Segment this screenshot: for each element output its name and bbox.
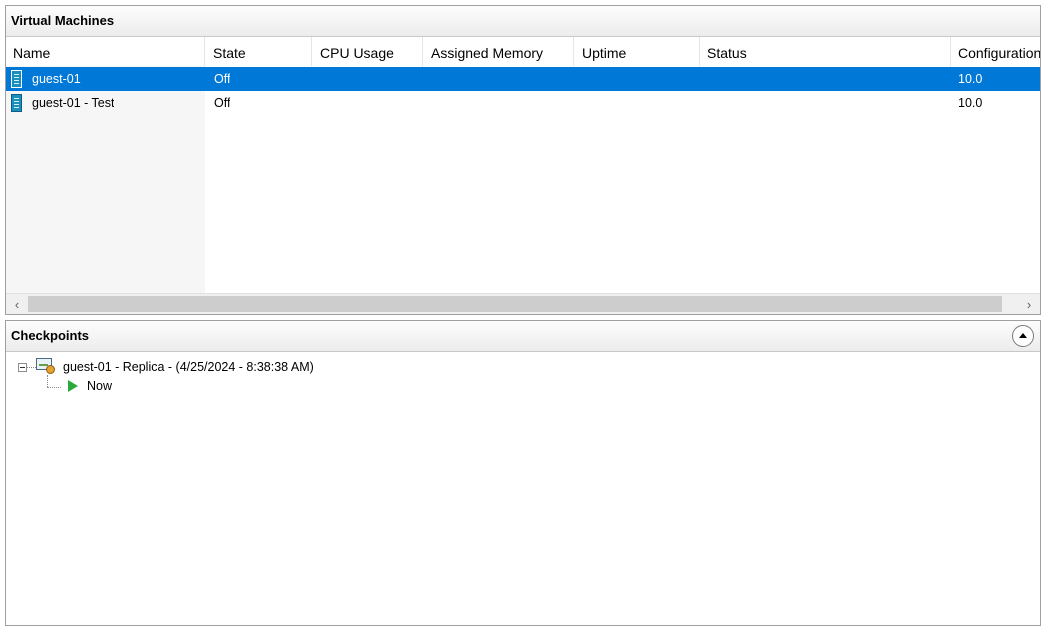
tree-connector-line <box>47 387 61 388</box>
vm-name: guest-01 - Test <box>32 96 115 110</box>
collapse-panel-button[interactable] <box>1012 325 1034 347</box>
vm-state: Off <box>214 96 231 110</box>
vm-name: guest-01 <box>32 72 81 86</box>
table-row[interactable]: guest-01 - Test Off 10.0 <box>6 91 1040 115</box>
vm-list: guest-01 Off 10.0 guest-01 - Test Off 10… <box>6 67 1040 115</box>
horizontal-scrollbar[interactable]: ‹ › <box>6 293 1040 314</box>
column-header-assigned-memory[interactable]: Assigned Memory <box>424 37 574 66</box>
panel-title-checkpoints: Checkpoints <box>6 321 1040 352</box>
column-header-uptime[interactable]: Uptime <box>575 37 700 66</box>
table-row[interactable]: guest-01 Off 10.0 <box>6 67 1040 91</box>
vm-state: Off <box>214 72 231 86</box>
column-header-state[interactable]: State <box>206 37 312 66</box>
tree-collapse-icon[interactable] <box>18 363 27 372</box>
checkpoint-tree: guest-01 - Replica - (4/25/2024 - 8:38:3… <box>6 352 1040 625</box>
panel-title-checkpoints-label: Checkpoints <box>11 328 90 343</box>
column-header-configuration[interactable]: Configuration <box>951 37 1040 66</box>
play-icon <box>68 380 78 392</box>
tree-connector-line <box>27 367 36 368</box>
virtual-machine-icon <box>11 70 22 88</box>
tree-connector-line <box>47 375 48 387</box>
checkpoints-panel: Checkpoints guest-01 - Replica - (4/25/2… <box>5 320 1041 626</box>
vm-configuration: 10.0 <box>958 96 983 110</box>
panel-title-virtual-machines: Virtual Machines <box>6 6 1040 37</box>
column-header-row: ^ Name State CPU Usage Assigned Memory U… <box>6 37 1040 66</box>
column-header-cpu-usage[interactable]: CPU Usage <box>313 37 423 66</box>
virtual-machines-panel: Virtual Machines ^ Name State CPU Usage … <box>5 5 1041 315</box>
scroll-right-button[interactable]: › <box>1018 294 1040 314</box>
scrollbar-thumb[interactable] <box>28 296 1002 312</box>
checkpoint-icon <box>36 358 58 376</box>
column-header-name[interactable]: ^ Name <box>6 37 205 66</box>
sort-ascending-icon: ^ <box>101 37 107 43</box>
vm-configuration: 10.0 <box>958 72 983 86</box>
column-header-name-label: Name <box>13 45 51 61</box>
checkpoint-now-item[interactable]: Now <box>87 376 112 396</box>
checkpoint-item[interactable]: guest-01 - Replica - (4/25/2024 - 8:38:3… <box>63 357 314 377</box>
virtual-machine-icon <box>11 94 22 112</box>
scroll-left-button[interactable]: ‹ <box>6 294 28 314</box>
column-header-status[interactable]: Status <box>700 37 951 66</box>
